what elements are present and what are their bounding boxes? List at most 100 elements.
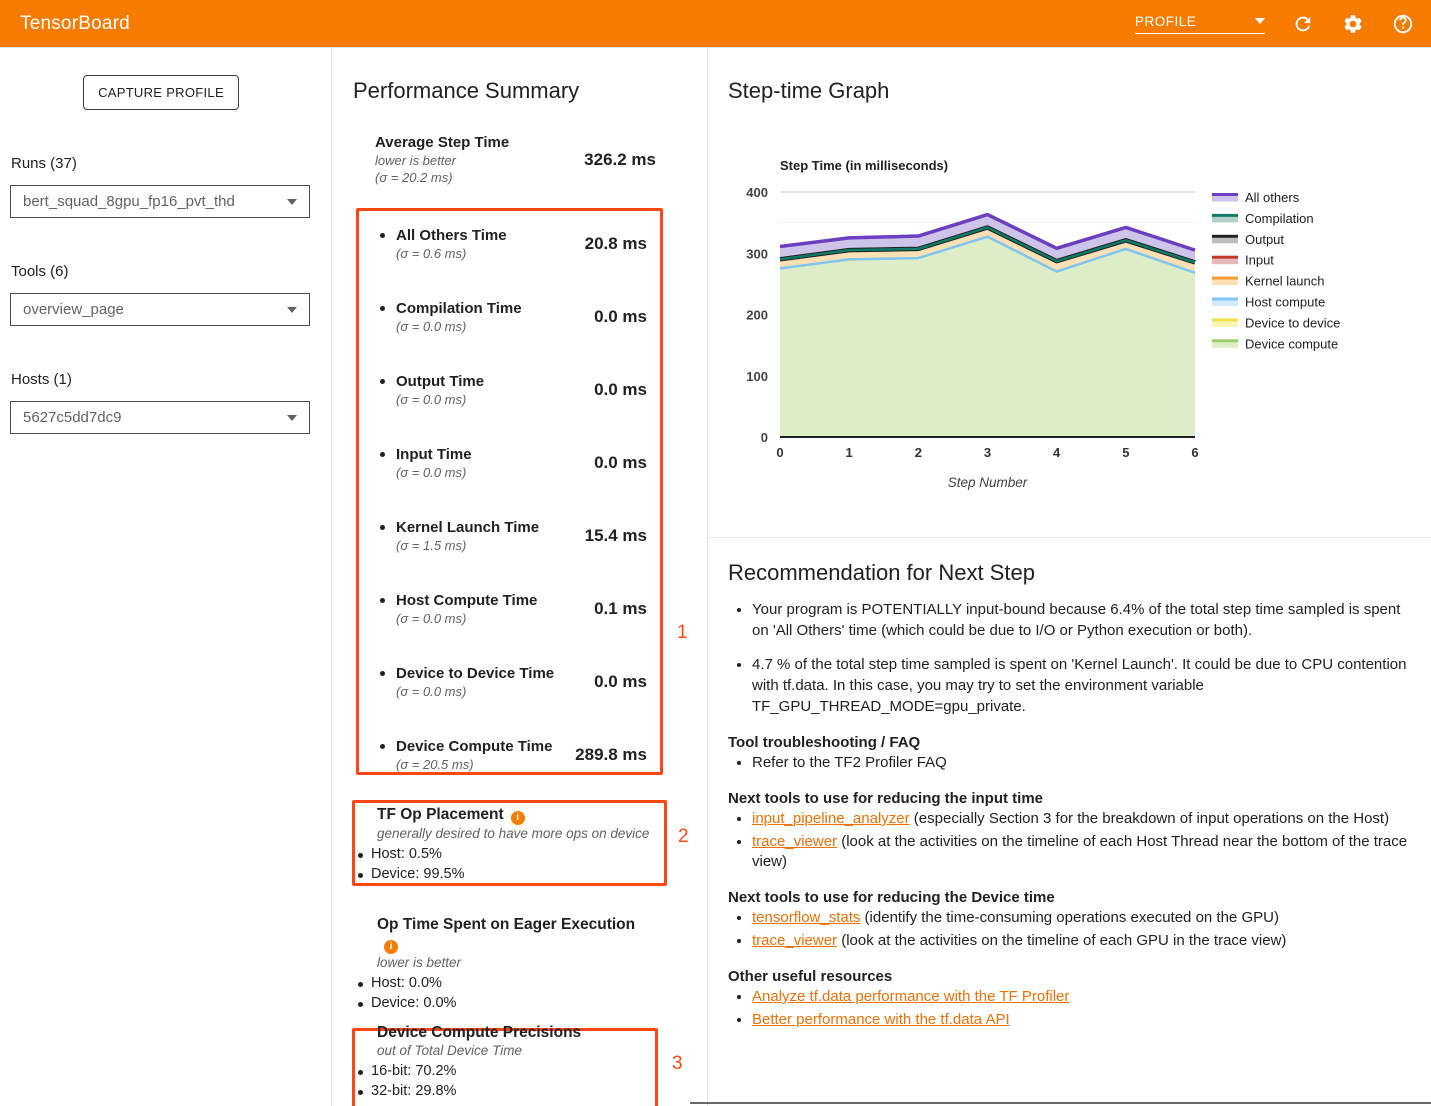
metric-sigma: (σ = 0.0 ms) xyxy=(396,318,594,335)
metric-name: Average Step Time xyxy=(375,133,509,152)
bullet-dot xyxy=(380,233,385,238)
hosts-label: Hosts (1) xyxy=(11,371,72,388)
svg-text:All others: All others xyxy=(1245,190,1300,205)
device-compute-precisions-section: Device Compute Precisionsout of Total De… xyxy=(355,1023,655,1101)
tool-link[interactable]: Better performance with the tf.data API xyxy=(752,1011,1010,1028)
section-bullet-list: 16-bit: 70.2%32-bit: 29.8% xyxy=(355,1062,655,1101)
chevron-down-icon xyxy=(287,199,297,205)
tools-dropdown-value: overview_page xyxy=(23,301,124,318)
bullet-dot xyxy=(380,525,385,530)
metric-value: 20.8 ms xyxy=(585,234,647,254)
svg-text:Output: Output xyxy=(1245,232,1284,247)
help-icon[interactable] xyxy=(1391,12,1415,36)
recommendation-sublist: Analyze tf.data performance with the TF … xyxy=(728,987,1420,1030)
y-tick-label: 200 xyxy=(746,308,768,323)
tool-link[interactable]: trace_viewer xyxy=(752,833,837,850)
recommendation-subheading: Other useful resources xyxy=(728,967,1420,987)
step-time-breakdown-row: Input Time (σ = 0.0 ms) 0.0 ms xyxy=(380,445,647,481)
svg-text:Device compute: Device compute xyxy=(1245,336,1338,351)
section-subtitle: generally desired to have more ops on de… xyxy=(355,825,655,843)
info-icon[interactable]: i xyxy=(384,940,398,954)
tensorboard-profile-page: TensorBoard PROFILE CAPTURE PROFILE Runs… xyxy=(0,0,1431,1106)
svg-text:Host compute: Host compute xyxy=(1245,295,1325,310)
x-axis-label: Step Number xyxy=(948,475,1028,490)
metric-name: Host Compute Time xyxy=(396,591,594,610)
step-time-breakdown-row: Device Compute Time (σ = 20.5 ms) 289.8 … xyxy=(380,737,647,773)
recommendation-sublist: input_pipeline_analyzer (especially Sect… xyxy=(728,809,1420,872)
legend-item-host-compute: Host compute xyxy=(1212,295,1325,310)
x-tick-label: 3 xyxy=(984,445,991,460)
tools-label: Tools (6) xyxy=(11,263,69,280)
svg-text:Device to device: Device to device xyxy=(1245,315,1340,330)
metric-value: 0.1 ms xyxy=(594,599,647,619)
y-tick-label: 400 xyxy=(746,185,768,200)
section-divider xyxy=(708,537,1431,538)
runs-dropdown[interactable]: bert_squad_8gpu_fp16_pvt_thd xyxy=(10,185,310,218)
recommendation-item: trace_viewer (look at the activities on … xyxy=(752,832,1420,872)
metric-sigma: (σ = 20.5 ms) xyxy=(396,756,575,773)
svg-text:Kernel launch: Kernel launch xyxy=(1245,274,1325,289)
annotation-number-3: 3 xyxy=(672,1053,683,1075)
refresh-icon[interactable] xyxy=(1291,12,1315,36)
legend-item-output: Output xyxy=(1212,232,1284,247)
tool-link[interactable]: trace_viewer xyxy=(752,932,837,949)
sidebar: CAPTURE PROFILE Runs (37) bert_squad_8gp… xyxy=(0,48,332,1106)
tools-dropdown[interactable]: overview_page xyxy=(10,293,310,326)
step-time-breakdown-row: All Others Time (σ = 0.6 ms) 20.8 ms xyxy=(380,226,647,262)
annotation-number-2: 2 xyxy=(678,826,689,848)
bullet-dot xyxy=(380,671,385,676)
section-bullet: Device: 99.5% xyxy=(355,865,655,885)
recommendation-bullet-list: Your program is POTENTIALLY input-bound … xyxy=(728,599,1420,717)
tool-link[interactable]: Analyze tf.data performance with the TF … xyxy=(752,988,1069,1005)
y-tick-label: 100 xyxy=(746,369,768,384)
info-icon[interactable]: i xyxy=(511,811,525,825)
legend-item-device-to-device: Device to device xyxy=(1212,315,1340,330)
recommendation-subsections: Tool troubleshooting / FAQRefer to the T… xyxy=(728,733,1420,1030)
settings-gear-icon[interactable] xyxy=(1341,12,1365,36)
step-time-graph-panel: Step-time Graph Step Time (in millisecon… xyxy=(708,48,1431,1106)
metric-name: Device to Device Time xyxy=(396,664,594,683)
x-tick-label: 6 xyxy=(1191,445,1198,460)
y-tick-label: 0 xyxy=(761,430,768,445)
performance-summary-title: Performance Summary xyxy=(353,78,579,104)
capture-profile-button[interactable]: CAPTURE PROFILE xyxy=(83,75,239,110)
step-time-breakdown-row: Compilation Time (σ = 0.0 ms) 0.0 ms xyxy=(380,299,647,335)
bullet-dot xyxy=(380,598,385,603)
area-series-device-compute xyxy=(780,237,1195,437)
metric-name: All Others Time xyxy=(396,226,585,245)
legend-item-device-compute: Device compute xyxy=(1212,336,1338,351)
step-time-breakdown-list: All Others Time (σ = 0.6 ms) 20.8 ms Com… xyxy=(380,226,647,810)
legend-item-all-others: All others xyxy=(1212,190,1300,205)
bullet-dot xyxy=(380,452,385,457)
metric-sigma: (σ = 0.0 ms) xyxy=(396,391,594,408)
step-time-breakdown-row: Output Time (σ = 0.0 ms) 0.0 ms xyxy=(380,372,647,408)
x-tick-label: 1 xyxy=(846,445,853,460)
metric-sigma: (σ = 0.0 ms) xyxy=(396,610,594,627)
metric-value: 0.0 ms xyxy=(594,453,647,473)
recommendation-title: Recommendation for Next Step xyxy=(728,560,1420,586)
recommendation-item: Better performance with the tf.data API xyxy=(752,1010,1420,1030)
dashboard-selector[interactable]: PROFILE xyxy=(1135,14,1265,34)
x-tick-label: 5 xyxy=(1122,445,1129,460)
section-bullet-list: Host: 0.0%Device: 0.0% xyxy=(355,974,655,1013)
recommendation-item: Analyze tf.data performance with the TF … xyxy=(752,987,1420,1007)
step-time-graph-title: Step-time Graph xyxy=(728,78,889,104)
app-title: TensorBoard xyxy=(0,13,130,35)
svg-text:Input: Input xyxy=(1245,253,1274,268)
tool-link[interactable]: tensorflow_stats xyxy=(752,909,860,926)
step-time-breakdown-row: Kernel Launch Time (σ = 1.5 ms) 15.4 ms xyxy=(380,518,647,554)
section-bullet: Device: 0.0% xyxy=(355,994,655,1014)
recommendation-section: Recommendation for Next Step Your progra… xyxy=(728,560,1420,1033)
recommendation-item: input_pipeline_analyzer (especially Sect… xyxy=(752,809,1420,829)
tool-link[interactable]: input_pipeline_analyzer xyxy=(752,810,910,827)
bullet-dot xyxy=(380,379,385,384)
bullet-dot xyxy=(380,306,385,311)
y-tick-label: 300 xyxy=(746,246,768,261)
section-subtitle: lower is better xyxy=(355,954,655,972)
metric-sigma: (σ = 20.2 ms) xyxy=(375,169,509,186)
hosts-dropdown[interactable]: 5627c5dd7dc9 xyxy=(10,401,310,434)
section-bullet: Host: 0.5% xyxy=(355,845,655,865)
recommendation-bullet: Your program is POTENTIALLY input-bound … xyxy=(752,599,1420,641)
runs-label: Runs (37) xyxy=(11,155,77,172)
metric-value: 289.8 ms xyxy=(575,745,647,765)
